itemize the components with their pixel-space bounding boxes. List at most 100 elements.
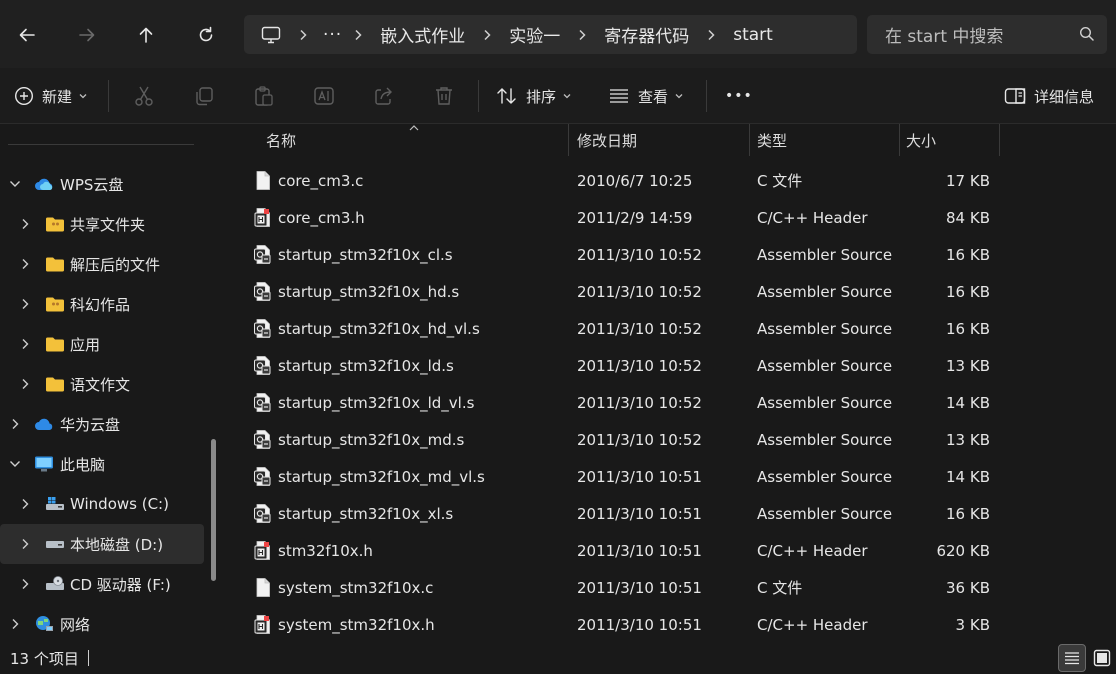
column-header-name[interactable]: 名称 (266, 124, 568, 157)
column-header-modified[interactable]: 修改日期 (577, 124, 747, 157)
column-header-size[interactable]: 大小 (906, 124, 996, 157)
breadcrumb-segment[interactable]: 寄存器代码 (604, 22, 689, 47)
file-name[interactable]: core_cm3.h (278, 199, 568, 236)
sidebar-item-local-disk-d[interactable]: 本地磁盘 (D:) (0, 524, 204, 564)
file-row[interactable]: system_stm32f10x.h 2011/3/10 10:51 C/C++ H… (228, 606, 1116, 643)
search-icon[interactable] (1079, 26, 1095, 46)
sidebar-item-cd-drive-f[interactable]: CD 驱动器 (F:) (0, 564, 204, 604)
chevron-right-icon[interactable] (18, 257, 32, 271)
file-name[interactable]: startup_stm32f10x_hd_vl.s (278, 310, 568, 347)
chevron-down-icon[interactable] (8, 177, 22, 191)
details-view-icon (1065, 652, 1079, 665)
file-size: 620 KB (936, 541, 990, 560)
assembler-file-icon (253, 466, 273, 487)
forward-button[interactable] (70, 18, 104, 52)
share-button[interactable] (373, 68, 395, 124)
toolbar-divider (478, 80, 479, 112)
sidebar-item-shared-folder[interactable]: 共享文件夹 (0, 204, 204, 244)
monitor-icon[interactable] (261, 26, 281, 44)
sidebar-item-network[interactable]: 网络 (0, 604, 204, 642)
column-divider[interactable] (899, 124, 900, 156)
file-name[interactable]: startup_stm32f10x_xl.s (278, 495, 568, 532)
file-row[interactable]: startup_stm32f10x_ld_vl.s 2011/3/10 10:52… (228, 384, 1116, 421)
chevron-right-icon[interactable] (707, 29, 715, 41)
file-row[interactable]: core_cm3.c 2010/6/7 10:25 C 文件 17 KB (228, 162, 1116, 199)
refresh-button[interactable] (189, 18, 223, 52)
chevron-down-icon[interactable] (8, 457, 22, 471)
sidebar-item-extracted-files[interactable]: 解压后的文件 (0, 244, 204, 284)
rename-button[interactable] (313, 68, 335, 124)
breadcrumb-segment[interactable]: 嵌入式作业 (380, 22, 465, 47)
paste-button[interactable] (253, 68, 275, 124)
more-options-button[interactable]: ••• (725, 68, 753, 124)
chevron-right-icon[interactable] (578, 29, 586, 41)
chevron-right-icon[interactable] (8, 417, 22, 431)
view-button[interactable]: 查看 (608, 68, 684, 124)
file-row[interactable]: startup_stm32f10x_ld.s 2011/3/10 10:52 Ass… (228, 347, 1116, 384)
file-row[interactable]: startup_stm32f10x_xl.s 2011/3/10 10:51 Ass… (228, 495, 1116, 532)
column-divider[interactable] (568, 124, 569, 156)
sidebar-item-chinese-essays[interactable]: 语文作文 (0, 364, 204, 404)
details-pane-button[interactable]: 详细信息 (1004, 68, 1094, 124)
file-row[interactable]: core_cm3.h 2011/2/9 14:59 C/C++ Header 84 K… (228, 199, 1116, 236)
paste-icon (255, 86, 273, 106)
file-row[interactable]: startup_stm32f10x_hd.s 2011/3/10 10:52 Ass… (228, 273, 1116, 310)
file-name[interactable]: system_stm32f10x.c (278, 569, 568, 606)
search-box[interactable]: 在 start 中搜索 (867, 15, 1107, 54)
file-name[interactable]: startup_stm32f10x_ld.s (278, 347, 568, 384)
sidebar-item-scifi-works[interactable]: 科幻作品 (0, 284, 204, 324)
file-name[interactable]: core_cm3.c (278, 162, 568, 199)
sort-button[interactable]: 排序 (496, 68, 572, 124)
breadcrumb-overflow[interactable]: ··· (323, 25, 342, 45)
tiles-view-button[interactable] (1088, 644, 1116, 672)
new-button[interactable]: 新建 (14, 68, 88, 124)
chevron-right-icon[interactable] (18, 377, 32, 391)
chevron-right-icon[interactable] (18, 537, 32, 551)
toolbar-divider (706, 80, 707, 112)
sidebar-item-wps-cloud[interactable]: WPS云盘 (0, 164, 204, 204)
chevron-right-icon[interactable] (18, 217, 32, 231)
search-input[interactable]: 在 start 中搜索 (885, 22, 1003, 47)
copy-button[interactable] (193, 68, 215, 124)
file-row[interactable]: startup_stm32f10x_cl.s 2011/3/10 10:52 Ass… (228, 236, 1116, 273)
column-divider[interactable] (749, 124, 750, 156)
file-name[interactable]: startup_stm32f10x_md.s (278, 421, 568, 458)
up-button[interactable] (129, 18, 163, 52)
chevron-right-icon[interactable] (354, 29, 362, 41)
back-button[interactable] (10, 18, 44, 52)
arrow-up-icon (139, 27, 153, 43)
chevron-right-icon[interactable] (18, 497, 32, 511)
file-row[interactable]: system_stm32f10x.c 2011/3/10 10:51 C 文件 36 … (228, 569, 1116, 606)
file-name[interactable]: stm32f10x.h (278, 532, 568, 569)
chevron-right-icon[interactable] (483, 29, 491, 41)
chevron-right-icon[interactable] (18, 577, 32, 591)
column-header-type[interactable]: 类型 (757, 124, 897, 157)
file-modified: 2011/3/10 10:51 (577, 467, 702, 486)
file-row[interactable]: stm32f10x.h 2011/3/10 10:51 C/C++ Header 62… (228, 532, 1116, 569)
file-row[interactable]: startup_stm32f10x_md_vl.s 2011/3/10 10:51… (228, 458, 1116, 495)
file-name[interactable]: startup_stm32f10x_cl.s (278, 236, 568, 273)
sidebar-item-label: 华为云盘 (60, 415, 121, 434)
file-row[interactable]: startup_stm32f10x_hd_vl.s 2011/3/10 10:52… (228, 310, 1116, 347)
sidebar-item-this-pc[interactable]: 此电脑 (0, 444, 204, 484)
file-row[interactable]: startup_stm32f10x_md.s 2011/3/10 10:52 Ass… (228, 421, 1116, 458)
delete-button[interactable] (433, 68, 455, 124)
chevron-right-icon[interactable] (18, 337, 32, 351)
file-name[interactable]: system_stm32f10x.h (278, 606, 568, 643)
cut-button[interactable] (133, 68, 155, 124)
sidebar-item-apps[interactable]: 应用 (0, 324, 204, 364)
breadcrumb-segment-current[interactable]: start (733, 25, 773, 45)
column-divider[interactable] (999, 124, 1000, 156)
address-bar[interactable]: ··· 嵌入式作业 实验一 寄存器代码 start (244, 15, 857, 54)
breadcrumb-segment[interactable]: 实验一 (509, 22, 560, 47)
file-name[interactable]: startup_stm32f10x_hd.s (278, 273, 568, 310)
sidebar-scrollbar[interactable] (211, 439, 216, 581)
sidebar-item-huawei-cloud[interactable]: 华为云盘 (0, 404, 204, 444)
file-name[interactable]: startup_stm32f10x_ld_vl.s (278, 384, 568, 421)
chevron-right-icon[interactable] (8, 617, 22, 631)
chevron-right-icon[interactable] (18, 297, 32, 311)
details-view-button[interactable] (1058, 644, 1086, 672)
file-name[interactable]: startup_stm32f10x_md_vl.s (278, 458, 568, 495)
chevron-right-icon[interactable] (299, 29, 307, 41)
sidebar-item-windows-c[interactable]: Windows (C:) (0, 484, 204, 524)
